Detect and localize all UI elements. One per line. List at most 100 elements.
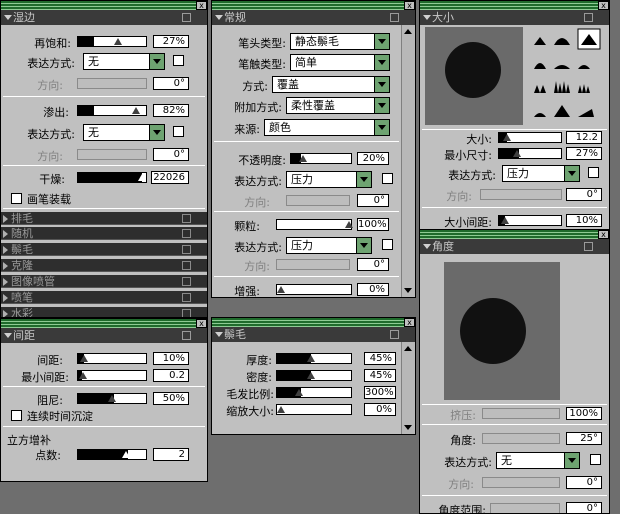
section-row[interactable]: 克隆 xyxy=(1,259,207,272)
section-toggle-icon[interactable] xyxy=(182,261,191,270)
clumpiness-value[interactable]: 45% xyxy=(364,369,396,382)
section-toggle-icon[interactable] xyxy=(182,277,191,286)
panel-titlebar[interactable]: x xyxy=(1,1,207,10)
continuous-deposition-checkbox[interactable] xyxy=(11,410,22,421)
opacity-value[interactable]: 20% xyxy=(357,152,389,165)
section-row[interactable]: 随机 xyxy=(1,227,207,240)
size-value[interactable]: 12.2 xyxy=(566,131,602,144)
chevron-down-icon[interactable] xyxy=(356,238,371,253)
close-icon[interactable]: x xyxy=(598,230,609,239)
bleed-value[interactable]: 82% xyxy=(153,104,189,117)
min-spacing-slider[interactable] xyxy=(77,370,147,381)
expression-dropdown[interactable]: 压力 xyxy=(502,165,580,182)
section-toggle-icon[interactable] xyxy=(390,330,399,339)
close-icon[interactable]: x xyxy=(196,1,207,10)
expression-invert-checkbox[interactable] xyxy=(173,55,184,66)
section-toggle-icon[interactable] xyxy=(390,13,399,22)
dab-type-dropdown[interactable]: 静态鬃毛 xyxy=(290,33,390,50)
panel-titlebar[interactable]: x xyxy=(1,319,207,328)
grain-slider[interactable] xyxy=(276,219,353,230)
hair-scale-value[interactable]: 300% xyxy=(364,386,396,399)
section-toggle-icon[interactable] xyxy=(584,242,593,251)
panel-header[interactable]: 鬃毛 xyxy=(212,327,415,342)
scroll-up-icon[interactable] xyxy=(404,346,412,351)
section-toggle-icon[interactable] xyxy=(182,13,191,22)
scale-size-slider[interactable] xyxy=(276,404,352,415)
panel-header[interactable]: 湿边 xyxy=(1,10,207,25)
expression-invert-checkbox[interactable] xyxy=(382,239,393,250)
scroll-down-icon[interactable] xyxy=(404,288,412,293)
panel-header[interactable]: 角度 xyxy=(420,239,609,254)
size-step-slider[interactable] xyxy=(498,215,562,226)
chevron-down-icon[interactable] xyxy=(564,453,579,468)
close-icon[interactable]: x xyxy=(404,1,415,10)
clumpiness-slider[interactable] xyxy=(276,370,352,381)
panel-titlebar[interactable]: x xyxy=(212,1,415,10)
close-icon[interactable]: x xyxy=(196,319,207,328)
paint-dry-checkbox[interactable] xyxy=(11,193,22,204)
chevron-down-icon[interactable] xyxy=(149,125,164,140)
direction-value[interactable]: 0° xyxy=(566,476,602,489)
angle-slider[interactable] xyxy=(482,433,560,444)
direction-slider[interactable] xyxy=(77,78,147,89)
angle-range-slider[interactable] xyxy=(490,503,560,513)
expression-dropdown[interactable]: 无 xyxy=(496,452,580,469)
size-slider[interactable] xyxy=(498,132,562,143)
section-toggle-icon[interactable] xyxy=(182,214,191,223)
direction-slider[interactable] xyxy=(480,189,562,200)
section-toggle-icon[interactable] xyxy=(182,245,191,254)
submethod-dropdown[interactable]: 柔性覆盖 xyxy=(286,97,390,114)
expression-dropdown[interactable]: 无 xyxy=(83,124,165,141)
opacity-slider[interactable] xyxy=(290,153,352,164)
damping-slider[interactable] xyxy=(77,393,147,404)
section-row[interactable]: 鬃毛 xyxy=(1,243,207,256)
expression-dropdown[interactable]: 压力 xyxy=(286,171,372,188)
method-dropdown[interactable]: 覆盖 xyxy=(272,76,390,93)
spacing-value[interactable]: 10% xyxy=(153,352,189,365)
chevron-down-icon[interactable] xyxy=(374,34,389,49)
panel-titlebar[interactable]: x xyxy=(420,1,609,10)
hair-scale-slider[interactable] xyxy=(276,387,352,398)
boost-value[interactable]: 0% xyxy=(357,283,389,296)
angle-value[interactable]: 25° xyxy=(566,432,602,445)
min-size-value[interactable]: 27% xyxy=(566,147,602,160)
thickness-slider[interactable] xyxy=(276,353,352,364)
direction-value[interactable]: 0° xyxy=(153,148,189,161)
scrollbar[interactable] xyxy=(401,25,415,297)
source-dropdown[interactable]: 颜色 xyxy=(264,119,390,136)
scroll-down-icon[interactable] xyxy=(404,425,412,430)
panel-header[interactable]: 常规 xyxy=(212,10,415,25)
panel-header[interactable]: 大小 xyxy=(420,10,609,25)
min-spacing-value[interactable]: 0.2 xyxy=(153,369,189,382)
points-slider[interactable] xyxy=(77,449,147,460)
expression-dropdown[interactable]: 压力 xyxy=(286,237,372,254)
thickness-value[interactable]: 45% xyxy=(364,352,396,365)
expression-invert-checkbox[interactable] xyxy=(590,454,601,465)
section-toggle-icon[interactable] xyxy=(182,331,191,340)
bleed-slider[interactable] xyxy=(77,105,147,116)
dry-slider[interactable] xyxy=(77,172,147,183)
dab-shape-icons[interactable] xyxy=(532,27,602,125)
saturation-slider[interactable] xyxy=(77,36,147,47)
direction-slider[interactable] xyxy=(77,149,147,160)
expression-invert-checkbox[interactable] xyxy=(382,173,393,184)
squeeze-slider[interactable] xyxy=(482,408,560,419)
expression-dropdown[interactable]: 无 xyxy=(83,53,165,70)
spacing-slider[interactable] xyxy=(77,353,147,364)
direction-slider[interactable] xyxy=(286,195,350,206)
close-icon[interactable]: x xyxy=(598,1,609,10)
dab-shape-grid[interactable] xyxy=(532,27,602,125)
direction-slider[interactable] xyxy=(276,259,350,270)
damping-value[interactable]: 50% xyxy=(153,392,189,405)
section-row[interactable]: 喷笔 xyxy=(1,291,207,304)
chevron-down-icon[interactable] xyxy=(374,120,389,135)
chevron-down-icon[interactable] xyxy=(374,98,389,113)
saturation-value[interactable]: 27% xyxy=(153,35,189,48)
scrollbar[interactable] xyxy=(401,342,415,434)
boost-slider[interactable] xyxy=(276,284,352,295)
section-row[interactable]: 水彩 xyxy=(1,307,207,317)
points-value[interactable]: 2 xyxy=(153,448,189,461)
section-toggle-icon[interactable] xyxy=(182,293,191,302)
section-row[interactable]: 排毛 xyxy=(1,212,207,225)
panel-header[interactable]: 间距 xyxy=(1,328,207,343)
